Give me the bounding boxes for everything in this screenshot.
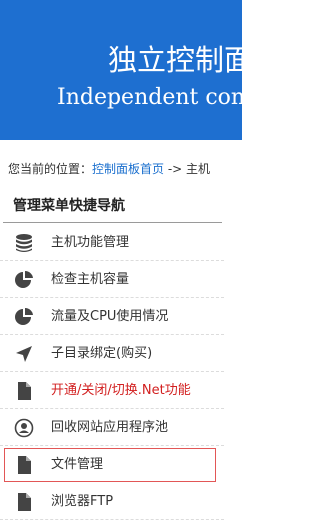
header-banner: 独立控制面 Independent cont <box>0 0 242 140</box>
file-icon <box>14 381 34 401</box>
menu-item-label: 检查主机容量 <box>51 272 130 287</box>
menu-item-label: 开通/关闭/切换.Net功能 <box>51 383 191 398</box>
file-icon <box>14 492 34 512</box>
menu-item-label: 回收网站应用程序池 <box>51 420 169 435</box>
breadcrumb-current: 主机 <box>186 162 211 176</box>
menu-item-browser-ftp[interactable]: 浏览器FTP <box>0 483 224 520</box>
menu-item-label: 浏览器FTP <box>51 494 114 509</box>
menu-item-label: 主机功能管理 <box>51 235 130 250</box>
banner-title-en: Independent cont <box>57 85 242 110</box>
breadcrumb: 您当前的位置：控制面板首页 -> 主机 <box>8 160 242 178</box>
menu-item-host-function-manage[interactable]: 主机功能管理 <box>0 224 224 261</box>
menu-item-label: 流量及CPU使用情况 <box>51 309 169 324</box>
menu-item-subdir-binding[interactable]: 子目录绑定(购买) <box>0 335 224 372</box>
pie-chart-icon <box>14 307 34 327</box>
send-arrow-icon <box>14 344 34 364</box>
menu-item-traffic-cpu[interactable]: 流量及CPU使用情况 <box>0 298 224 335</box>
menu-item-label: 子目录绑定(购买) <box>51 346 153 361</box>
breadcrumb-separator: -> <box>164 162 187 176</box>
user-circle-icon <box>14 418 34 438</box>
menu-item-file-manage[interactable]: 文件管理 <box>4 448 216 482</box>
menu-item-net-toggle[interactable]: 开通/关闭/切换.Net功能 <box>0 372 224 409</box>
menu-item-check-capacity[interactable]: 检查主机容量 <box>0 261 224 298</box>
quick-nav-menu: 主机功能管理 检查主机容量 流量及CPU使用情况 子目录绑定(购买) 开通/关闭… <box>0 224 224 520</box>
file-icon <box>14 455 34 475</box>
breadcrumb-prefix: 您当前的位置： <box>8 162 93 176</box>
banner-title-cn: 独立控制面 <box>108 43 242 77</box>
menu-title-divider <box>3 222 222 223</box>
menu-item-recycle-apppool[interactable]: 回收网站应用程序池 <box>0 409 224 446</box>
menu-item-label: 文件管理 <box>51 457 104 472</box>
database-icon <box>14 233 34 253</box>
breadcrumb-home-link[interactable]: 控制面板首页 <box>92 162 164 176</box>
pie-chart-icon <box>14 270 34 290</box>
menu-title: 管理菜单快捷导航 <box>13 198 125 214</box>
